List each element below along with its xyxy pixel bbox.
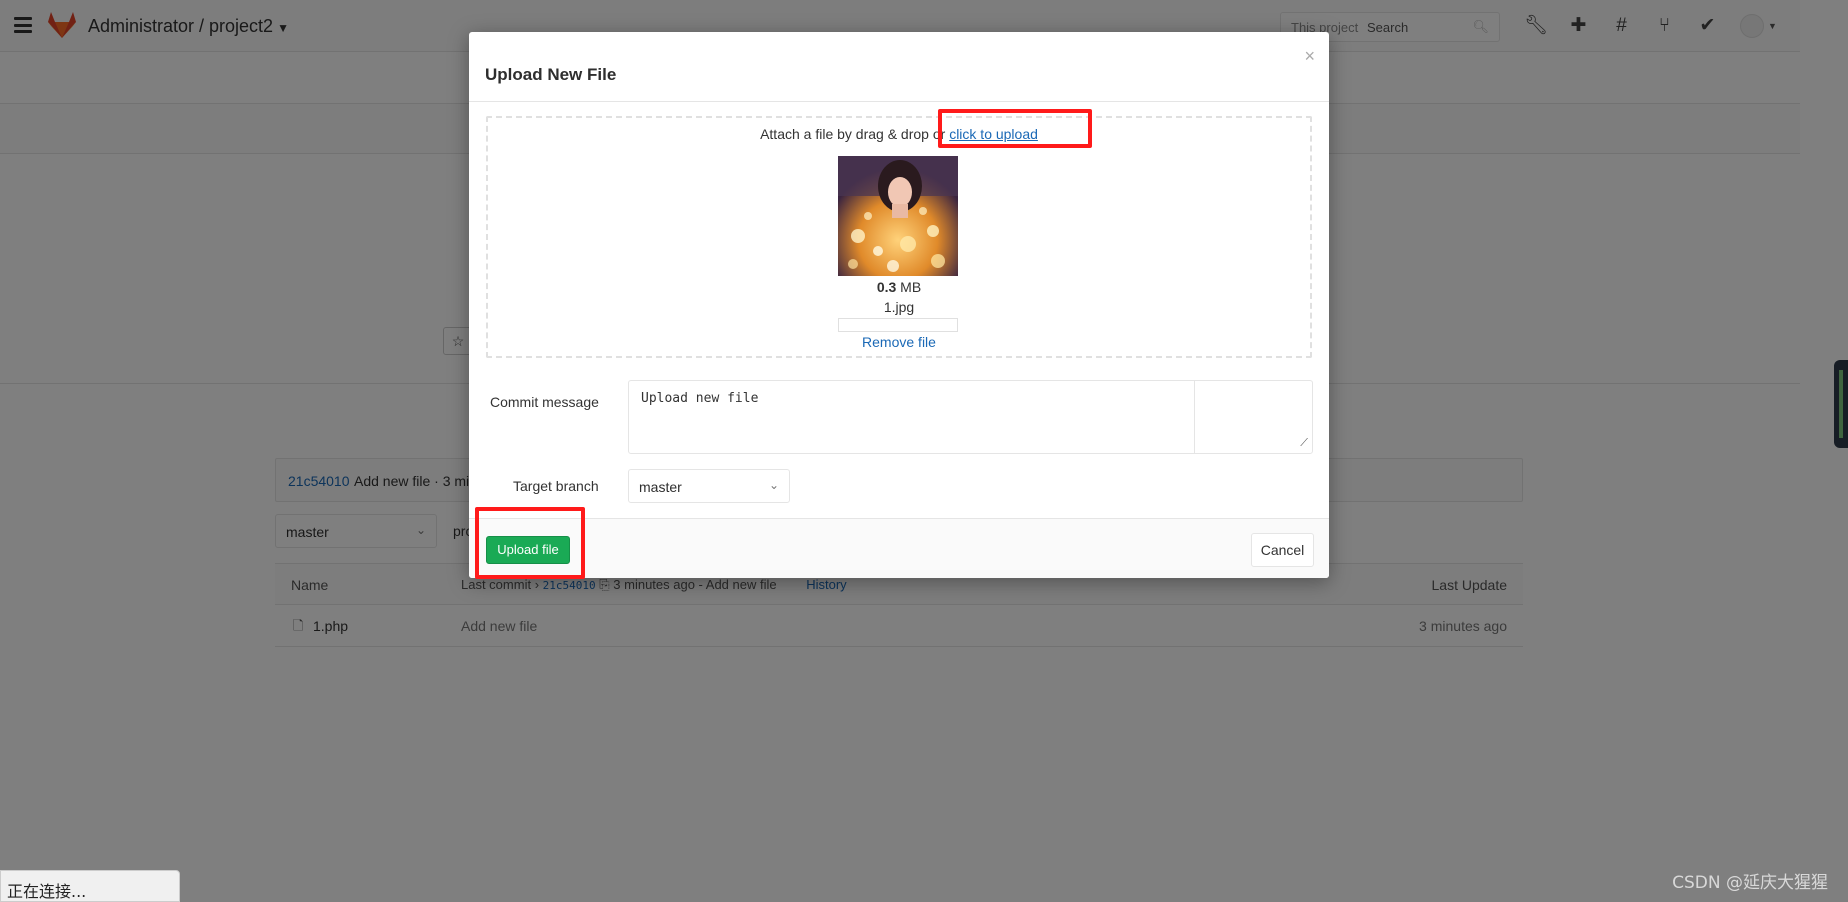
cancel-button[interactable]: Cancel: [1251, 533, 1314, 567]
resize-grip-icon[interactable]: ⟋: [1300, 437, 1308, 450]
textarea-divider: [1194, 381, 1195, 453]
modal-footer: Upload file Cancel: [469, 518, 1329, 578]
file-name: 1.jpg: [883, 299, 915, 315]
dropzone-text: Attach a file by drag & drop or: [760, 126, 946, 142]
image-preview-thumbnail: [838, 156, 958, 276]
commit-message-label: Commit message: [490, 394, 599, 410]
highlight-box-upload-link: [938, 109, 1092, 148]
commit-message-field[interactable]: Upload new file ⟋: [628, 380, 1313, 454]
close-icon[interactable]: ×: [1304, 46, 1315, 67]
highlight-box-upload-button: [475, 507, 585, 579]
target-branch-value: master: [639, 479, 682, 495]
target-branch-label: Target branch: [513, 478, 599, 494]
file-dropzone[interactable]: Attach a file by drag & drop or click to…: [486, 116, 1312, 358]
chevron-down-icon: ⌄: [768, 478, 779, 492]
modal-title: Upload New File: [485, 65, 617, 84]
watermark: CSDN @延庆大猩猩: [1672, 873, 1828, 893]
modal-header: Upload New File ×: [469, 32, 1329, 102]
upload-file-modal: Upload New File × Attach a file by drag …: [469, 32, 1329, 578]
browser-status-bar: 正在连接...: [0, 870, 180, 902]
commit-message-value: Upload new file: [641, 391, 759, 406]
file-size-unit: MB: [900, 279, 922, 295]
file-size: 0.3 MB: [488, 279, 1310, 295]
upload-progress-bar: [838, 318, 958, 332]
remove-file-link[interactable]: Remove file: [488, 334, 1310, 350]
target-branch-dropdown[interactable]: master ⌄: [628, 469, 790, 503]
dropzone-instructions: Attach a file by drag & drop or click to…: [488, 126, 1310, 142]
file-size-value: 0.3: [876, 279, 897, 295]
